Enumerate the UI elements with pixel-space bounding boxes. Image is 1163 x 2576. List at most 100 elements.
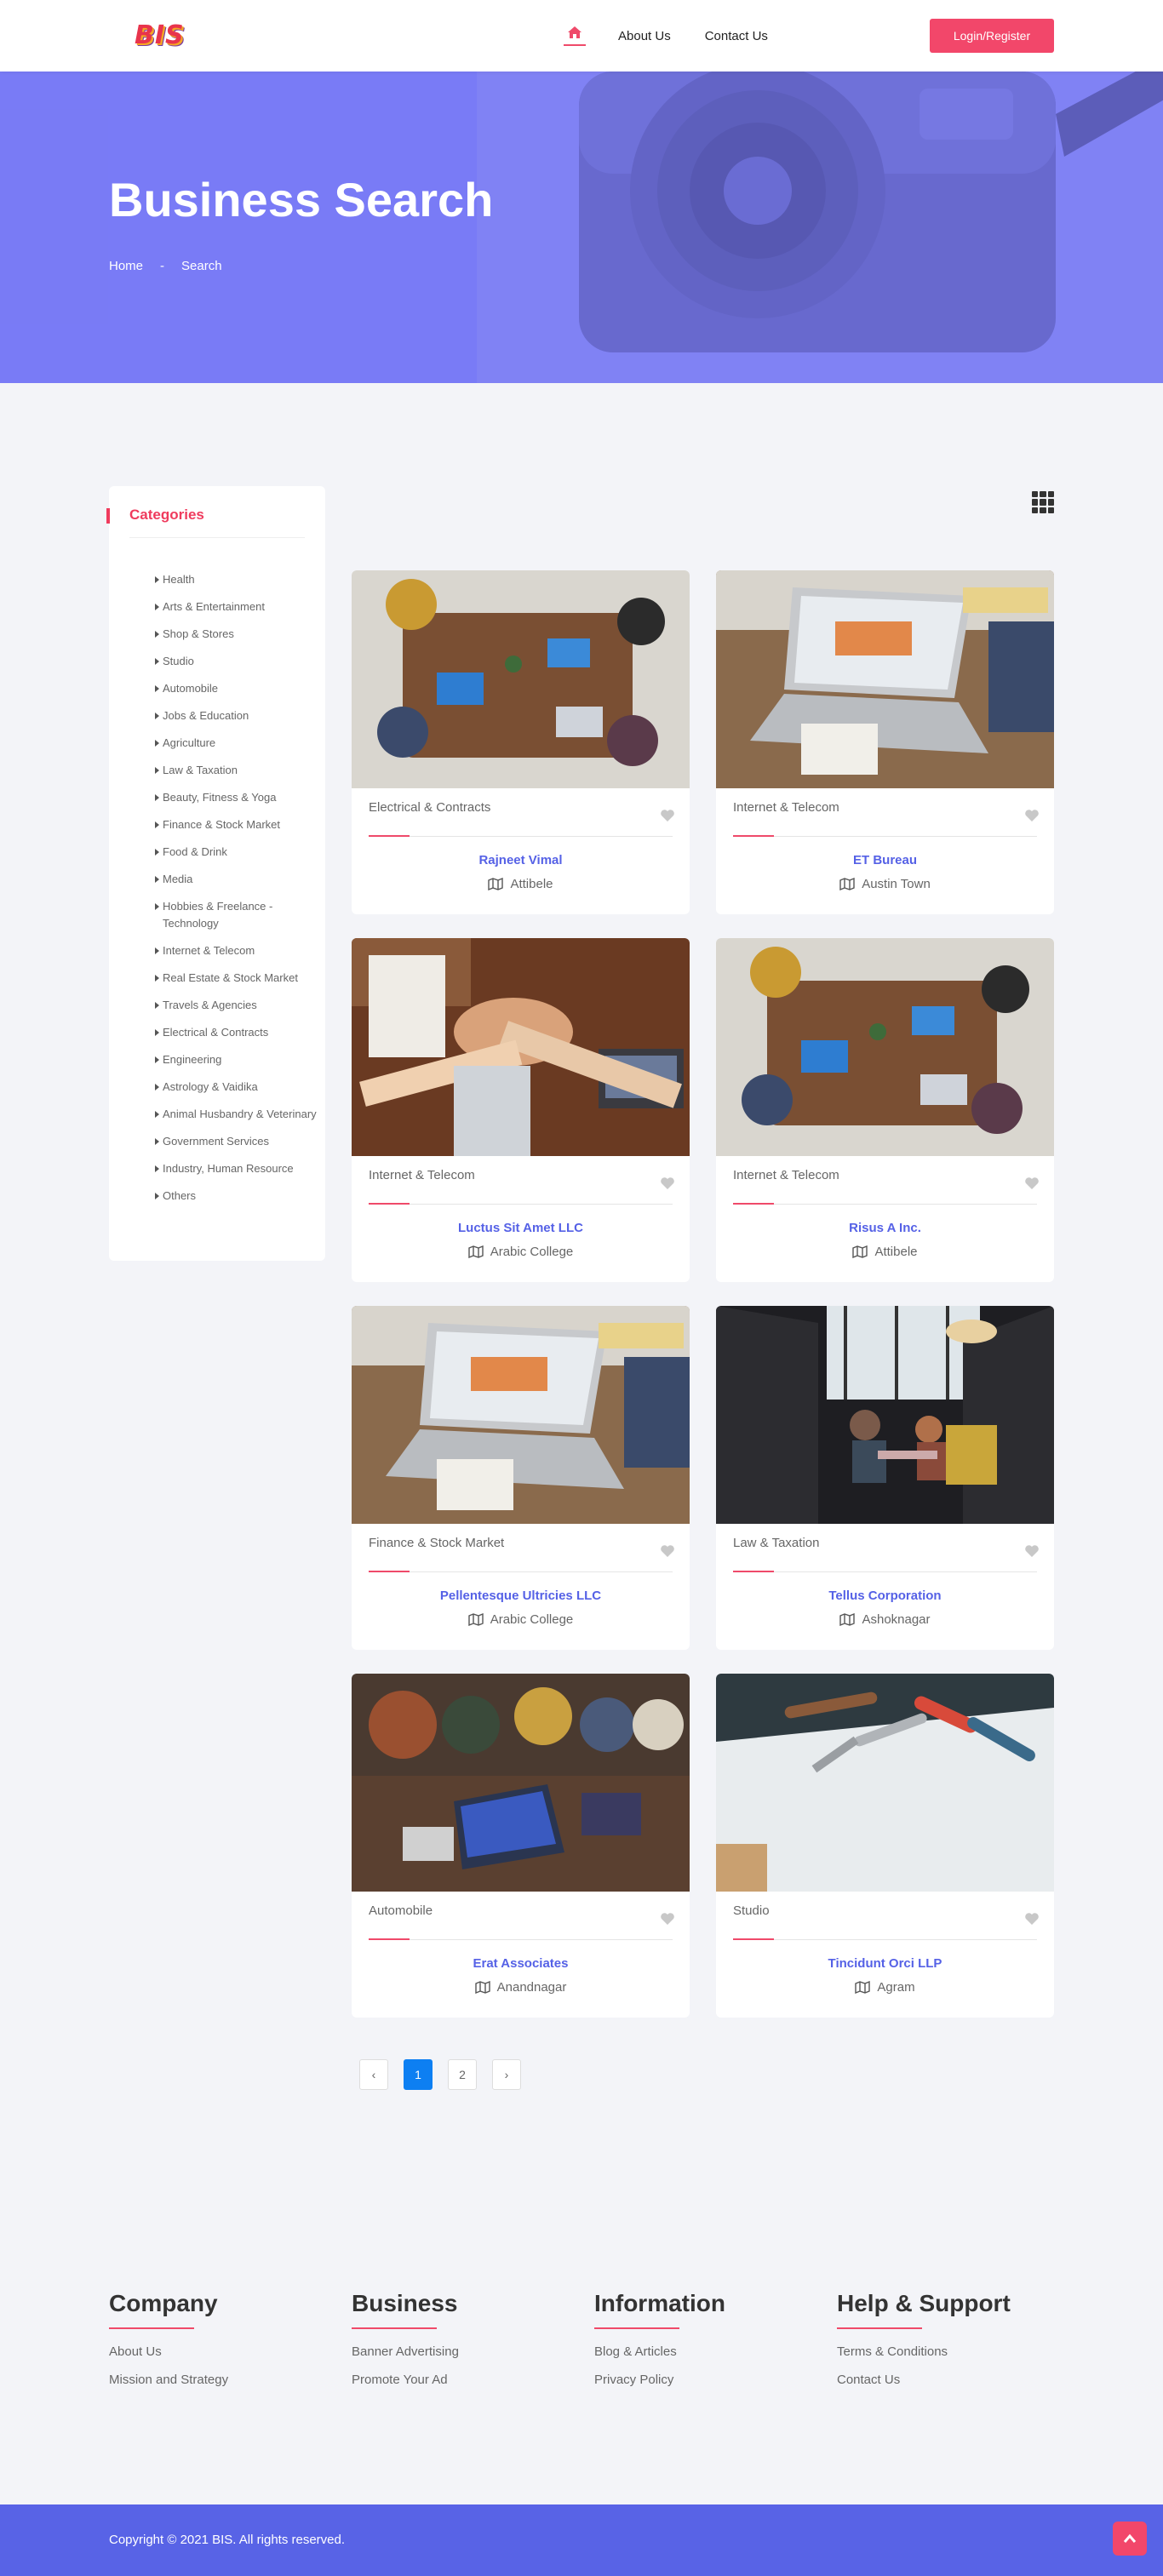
category-item[interactable]: Internet & Telecom xyxy=(155,942,317,959)
grid-view-icon[interactable] xyxy=(1032,491,1054,513)
pagination-page[interactable]: 1 xyxy=(404,2059,433,2090)
category-item[interactable]: Astrology & Vaidika xyxy=(155,1079,317,1096)
category-item[interactable]: Others xyxy=(155,1188,317,1205)
listing-image xyxy=(352,1674,690,1892)
category-item[interactable]: Automobile xyxy=(155,680,317,697)
category-item[interactable]: Law & Taxation xyxy=(155,762,317,779)
footer-title-underline xyxy=(594,2327,679,2329)
chevron-up-icon xyxy=(1123,2533,1137,2543)
nav-contact-us[interactable]: Contact Us xyxy=(705,29,768,43)
heart-icon[interactable] xyxy=(660,809,675,822)
footer-link[interactable]: About Us xyxy=(109,2344,313,2359)
category-item[interactable]: Engineering xyxy=(155,1051,317,1068)
listing-location-text: Attibele xyxy=(874,1245,918,1259)
card-divider xyxy=(369,1939,673,1940)
listing-name[interactable]: Erat Associates xyxy=(352,1956,690,1971)
map-icon xyxy=(852,1245,868,1258)
hero-overlay xyxy=(0,72,1163,383)
footer-title-underline xyxy=(352,2327,437,2329)
footer-column-title: Company xyxy=(109,2290,218,2316)
listing-location: Arabic College xyxy=(352,1612,690,1627)
listing-location: Agram xyxy=(716,1980,1054,1995)
category-item[interactable]: Agriculture xyxy=(155,735,317,752)
hero-banner: Business Search Home - Search xyxy=(0,72,1163,383)
category-item[interactable]: Food & Drink xyxy=(155,844,317,861)
listing-image xyxy=(352,570,690,788)
listing-name[interactable]: Tincidunt Orci LLP xyxy=(716,1956,1054,1971)
listing-card[interactable]: Finance & Stock Market Pellentesque Ultr… xyxy=(352,1306,690,1650)
back-to-top-button[interactable] xyxy=(1113,2522,1147,2556)
map-icon xyxy=(468,1613,484,1626)
listing-card[interactable]: Internet & Telecom Luctus Sit Amet LLC A… xyxy=(352,938,690,1282)
heart-icon[interactable] xyxy=(1024,1912,1040,1926)
listing-location-text: Arabic College xyxy=(490,1245,574,1259)
category-item[interactable]: Health xyxy=(155,571,317,588)
pagination-page[interactable]: 2 xyxy=(448,2059,477,2090)
category-item[interactable]: Real Estate & Stock Market xyxy=(155,970,317,987)
footer-link[interactable]: Promote Your Ad xyxy=(352,2373,556,2387)
category-item[interactable]: Government Services xyxy=(155,1133,317,1150)
breadcrumb-home[interactable]: Home xyxy=(109,259,143,273)
listing-location: Attibele xyxy=(352,877,690,891)
sidebar-divider xyxy=(129,537,305,538)
category-item[interactable]: Arts & Entertainment xyxy=(155,598,317,615)
category-item[interactable]: Beauty, Fitness & Yoga xyxy=(155,789,317,806)
nav-active-underline xyxy=(564,44,586,46)
listing-location: Anandnagar xyxy=(352,1980,690,1995)
page-title: Business Search xyxy=(109,173,494,226)
footer-link[interactable]: Privacy Policy xyxy=(594,2373,799,2387)
listing-location-text: Attibele xyxy=(510,877,553,891)
pagination-prev[interactable]: ‹ xyxy=(359,2059,388,2090)
listing-category: Automobile xyxy=(369,1903,433,1918)
pagination-next[interactable]: › xyxy=(492,2059,521,2090)
listing-card[interactable]: Automobile Erat Associates Anandnagar xyxy=(352,1674,690,2018)
listing-card[interactable]: Internet & Telecom ET Bureau Austin Town xyxy=(716,570,1054,914)
footer-link[interactable]: Terms & Conditions xyxy=(837,2344,1041,2359)
card-divider-accent xyxy=(733,1571,774,1572)
heart-icon[interactable] xyxy=(1024,1176,1040,1190)
footer-link[interactable]: Mission and Strategy xyxy=(109,2373,313,2387)
category-item[interactable]: Studio xyxy=(155,653,317,670)
footer-link[interactable]: Banner Advertising xyxy=(352,2344,556,2359)
footer-column-title: Information xyxy=(594,2290,725,2316)
category-item[interactable]: Travels & Agencies xyxy=(155,997,317,1014)
category-item[interactable]: Hobbies & Freelance - Technology xyxy=(155,898,317,932)
listing-category: Electrical & Contracts xyxy=(369,800,491,815)
listing-name[interactable]: Risus A Inc. xyxy=(716,1221,1054,1235)
listing-name[interactable]: Luctus Sit Amet LLC xyxy=(352,1221,690,1235)
footer-link[interactable]: Blog & Articles xyxy=(594,2344,799,2359)
heart-icon[interactable] xyxy=(1024,809,1040,822)
listing-name[interactable]: ET Bureau xyxy=(716,853,1054,867)
listing-card[interactable]: Studio Tincidunt Orci LLP Agram xyxy=(716,1674,1054,2018)
card-divider-accent xyxy=(369,1571,410,1572)
heart-icon[interactable] xyxy=(1024,1544,1040,1558)
listing-name[interactable]: Tellus Corporation xyxy=(716,1589,1054,1603)
category-item[interactable]: Electrical & Contracts xyxy=(155,1024,317,1041)
listing-card[interactable]: Internet & Telecom Risus A Inc. Attibele xyxy=(716,938,1054,1282)
heart-icon[interactable] xyxy=(660,1176,675,1190)
listing-card[interactable]: Law & Taxation Tellus Corporation Ashokn… xyxy=(716,1306,1054,1650)
listing-name[interactable]: Rajneet Vimal xyxy=(352,853,690,867)
footer-link[interactable]: Contact Us xyxy=(837,2373,1041,2387)
heart-icon[interactable] xyxy=(660,1544,675,1558)
card-divider xyxy=(733,1204,1037,1205)
sidebar-title: Categories xyxy=(129,507,204,523)
brand-logo[interactable]: BIS xyxy=(135,20,185,50)
listing-category: Studio xyxy=(733,1903,770,1918)
listing-location: Austin Town xyxy=(716,877,1054,891)
listing-name[interactable]: Pellentesque Ultricies LLC xyxy=(352,1589,690,1603)
category-item[interactable]: Media xyxy=(155,871,317,888)
map-icon xyxy=(855,1981,871,1994)
category-item[interactable]: Animal Husbandry & Veterinary xyxy=(155,1106,317,1123)
listing-card[interactable]: Electrical & Contracts Rajneet Vimal Att… xyxy=(352,570,690,914)
category-item[interactable]: Industry, Human Resource xyxy=(155,1160,317,1177)
category-item[interactable]: Finance & Stock Market xyxy=(155,816,317,833)
nav-home[interactable] xyxy=(562,19,587,53)
category-item[interactable]: Shop & Stores xyxy=(155,626,317,643)
login-register-button[interactable]: Login/Register xyxy=(930,19,1054,53)
heart-icon[interactable] xyxy=(660,1912,675,1926)
listing-location-text: Anandnagar xyxy=(496,1980,567,1995)
category-item[interactable]: Jobs & Education xyxy=(155,707,317,724)
nav-about-us[interactable]: About Us xyxy=(618,29,671,43)
pagination: ‹ 1 2 › xyxy=(359,2059,521,2090)
